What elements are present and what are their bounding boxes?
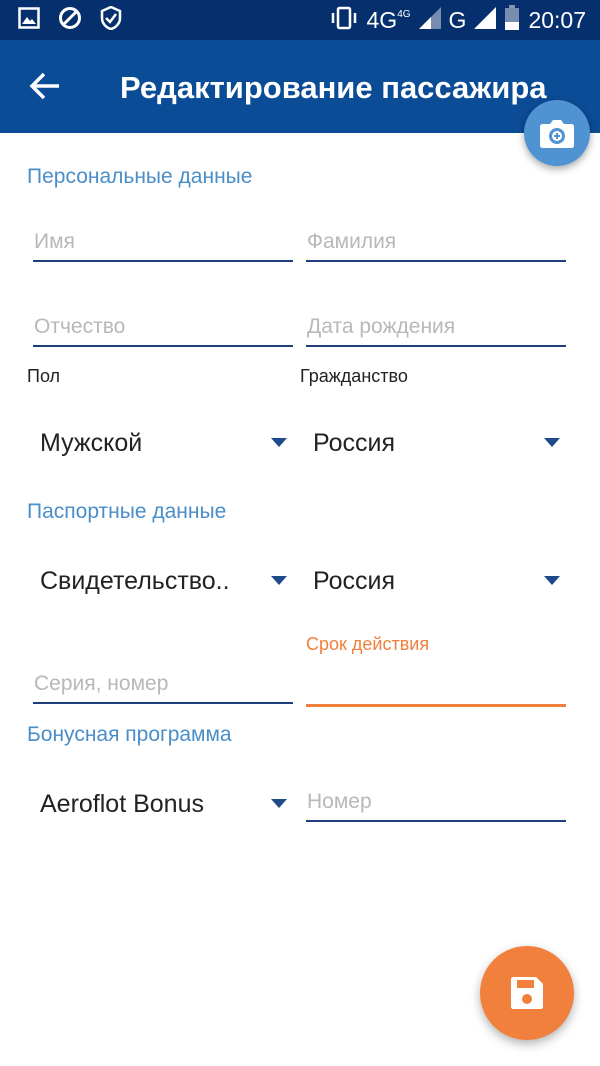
back-button[interactable] <box>28 68 64 104</box>
arrow-left-icon <box>29 72 59 100</box>
save-button[interactable] <box>480 946 574 1040</box>
expiry-field[interactable] <box>306 655 566 707</box>
screen: 4G4G G 20:07 Редактирование пассажира Пе… <box>0 0 600 1066</box>
page-title: Редактирование пассажира <box>120 70 547 105</box>
document-type-select[interactable]: Свидетельство.. <box>32 558 292 604</box>
image-icon <box>18 6 40 34</box>
gender-label: Пол <box>27 366 61 386</box>
status-icons-left <box>18 5 122 35</box>
scan-document-button[interactable] <box>524 100 590 166</box>
dropdown-arrow-icon <box>544 576 560 585</box>
floppy-disk-icon <box>511 977 543 1009</box>
bonus-program-value: Aeroflot Bonus <box>40 789 204 818</box>
gender-select[interactable]: Мужской <box>32 420 292 466</box>
status-icons-right: 4G4G G 20:07 <box>329 4 586 36</box>
middle-name-field[interactable] <box>33 295 293 347</box>
blocked-icon <box>58 6 82 35</box>
last-name-input[interactable] <box>306 230 566 254</box>
citizenship-label: Гражданство <box>300 366 408 386</box>
network-4g-label: 4G4G <box>366 6 411 33</box>
section-passport-title: Паспортные данные <box>27 500 227 523</box>
first-name-field[interactable] <box>33 210 293 262</box>
document-country-value: Россия <box>313 566 395 595</box>
network-g-label: G <box>448 6 467 33</box>
status-bar: 4G4G G 20:07 <box>0 0 600 40</box>
section-bonus-title: Бонусная программа <box>27 723 232 746</box>
citizenship-select[interactable]: Россия <box>305 420 565 466</box>
app-bar: Редактирование пассажира <box>0 40 600 133</box>
citizenship-select-value: Россия <box>313 428 395 457</box>
bonus-number-field[interactable] <box>306 770 566 822</box>
vibrate-icon <box>329 6 359 35</box>
document-country-select[interactable]: Россия <box>305 558 565 604</box>
section-personal-title: Персональные данные <box>27 165 253 188</box>
clock: 20:07 <box>528 6 586 33</box>
shield-icon <box>100 5 122 35</box>
dropdown-arrow-icon <box>271 576 287 585</box>
bonus-program-select[interactable]: Aeroflot Bonus <box>32 781 292 827</box>
expiry-label: Срок действия <box>306 634 430 654</box>
bonus-number-input[interactable] <box>306 790 566 814</box>
expiry-input[interactable] <box>306 674 566 698</box>
dropdown-arrow-icon <box>544 438 560 447</box>
battery-icon <box>504 4 520 36</box>
dropdown-arrow-icon <box>271 438 287 447</box>
birth-date-input[interactable] <box>306 315 566 339</box>
camera-icon <box>540 120 574 148</box>
document-number-field[interactable] <box>33 652 293 704</box>
middle-name-input[interactable] <box>33 315 293 339</box>
signal-icon-1 <box>418 6 441 34</box>
gender-select-value: Мужской <box>40 428 143 457</box>
last-name-field[interactable] <box>306 210 566 262</box>
birth-date-field[interactable] <box>306 295 566 347</box>
first-name-input[interactable] <box>33 230 293 254</box>
dropdown-arrow-icon <box>271 799 287 808</box>
document-type-value: Свидетельство.. <box>40 566 230 595</box>
document-number-input[interactable] <box>33 672 293 696</box>
signal-icon-2 <box>474 6 497 34</box>
